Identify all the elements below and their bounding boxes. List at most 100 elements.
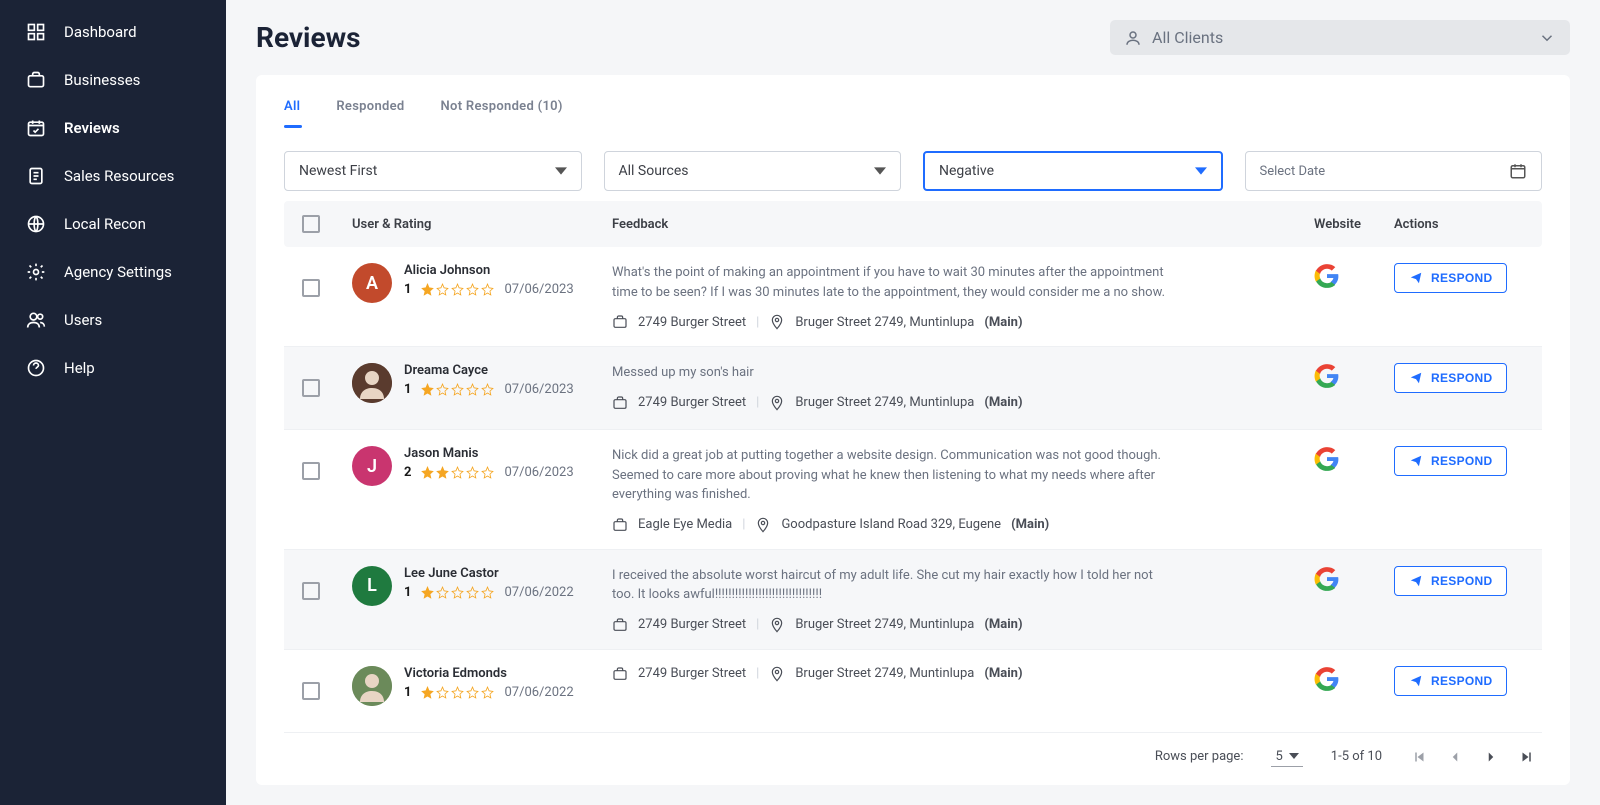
respond-button[interactable]: RESPOND [1394,446,1507,476]
respond-button[interactable]: RESPOND [1394,666,1507,696]
client-select[interactable]: All Clients [1110,20,1570,55]
briefcase-icon [612,314,628,330]
review-date: 07/06/2022 [504,585,573,600]
page-title: Reviews [256,21,361,54]
respond-button[interactable]: RESPOND [1394,363,1507,393]
sidebar-item-help[interactable]: Help [0,344,226,392]
sort-select[interactable]: Newest First [284,151,582,191]
row-checkbox[interactable] [302,462,320,480]
star-rating [421,283,494,296]
google-icon [1314,566,1340,592]
pin-icon [769,666,785,682]
feedback-text: Nick did a great job at putting together… [612,446,1172,505]
last-page-icon[interactable] [1518,748,1536,766]
table-row: A Alicia Johnson 1 07/06/2023 What's the… [284,247,1542,347]
sentiment-select[interactable]: Negative [923,151,1223,191]
rating-value: 1 [404,382,411,397]
sidebar-item-label: Sales Resources [64,167,174,185]
prev-page-icon[interactable] [1446,748,1464,766]
calendar-check-icon [26,118,46,138]
col-actions-header: Actions [1394,217,1524,232]
business-name: 2749 Burger Street [638,617,746,632]
review-date: 07/06/2023 [504,465,573,480]
table-row: L Lee June Castor 1 07/06/2022 I receive… [284,550,1542,650]
rating-value: 1 [404,282,411,297]
sidebar-item-label: Dashboard [64,23,137,41]
business-name: 2749 Burger Street [638,315,746,330]
reviewer-name: Lee June Castor [404,566,574,581]
briefcase-icon [612,395,628,411]
review-date: 07/06/2022 [504,685,573,700]
reviewer-name: Victoria Edmonds [404,666,574,681]
main-tag: (Main) [984,617,1022,632]
respond-button[interactable]: RESPOND [1394,566,1507,596]
next-page-icon[interactable] [1482,748,1500,766]
google-icon [1314,666,1340,692]
location-row: 2749 Burger Street | Bruger Street 2749,… [612,666,1314,682]
sidebar-item-users[interactable]: Users [0,296,226,344]
sidebar-item-dashboard[interactable]: Dashboard [0,8,226,56]
row-checkbox[interactable] [302,279,320,297]
first-page-icon[interactable] [1410,748,1428,766]
avatar: A [352,263,392,303]
avatar [352,666,392,706]
address-text: Bruger Street 2749, Muntinlupa [795,395,974,410]
date-select[interactable]: Select Date [1245,151,1543,191]
dashboard-icon [26,22,46,42]
gear-icon [26,262,46,282]
row-checkbox[interactable] [302,682,320,700]
table-row: Dreama Cayce 1 07/06/2023 Messed up my s… [284,347,1542,430]
sidebar-item-reviews[interactable]: Reviews [0,104,226,152]
feedback-text: Messed up my son's hair [612,363,1172,383]
sidebar-item-local-recon[interactable]: Local Recon [0,200,226,248]
review-date: 07/06/2023 [504,282,573,297]
document-icon [26,166,46,186]
reviews-card: All Responded Not Responded (10) Newest Fi… [256,75,1570,785]
globe-icon [26,214,46,234]
pin-icon [769,314,785,330]
reply-icon [1409,674,1423,688]
pin-icon [769,395,785,411]
feedback-text: What's the point of making an appointmen… [612,263,1172,302]
briefcase-icon [612,666,628,682]
location-row: Eagle Eye Media | Goodpasture Island Roa… [612,517,1314,533]
table-row: Victoria Edmonds 1 07/06/2022 2749 Burge… [284,650,1542,733]
sidebar-item-agency-settings[interactable]: Agency Settings [0,248,226,296]
sidebar-item-sales-resources[interactable]: Sales Resources [0,152,226,200]
calendar-icon [1509,162,1527,180]
pin-icon [755,517,771,533]
google-icon [1314,263,1340,289]
rows-per-page-label: Rows per page: [1155,749,1244,764]
location-row: 2749 Burger Street | Bruger Street 2749,… [612,617,1314,633]
address-text: Bruger Street 2749, Muntinlupa [795,617,974,632]
source-select[interactable]: All Sources [604,151,902,191]
reply-icon [1409,271,1423,285]
feedback-text: I received the absolute worst haircut of… [612,566,1172,605]
address-text: Goodpasture Island Road 329, Eugene [781,517,1001,532]
location-row: 2749 Burger Street | Bruger Street 2749,… [612,395,1314,411]
sidebar-item-label: Businesses [64,71,140,89]
business-name: 2749 Burger Street [638,395,746,410]
reviewer-name: Alicia Johnson [404,263,574,278]
per-page-select[interactable]: 5 [1271,747,1302,767]
review-date: 07/06/2023 [504,382,573,397]
tab-responded[interactable]: Responded [336,99,404,128]
select-all-checkbox[interactable] [302,215,320,233]
row-checkbox[interactable] [302,582,320,600]
reply-icon [1409,371,1423,385]
main-content: Reviews All Clients All Responded Not Resp… [226,0,1600,805]
caret-down-icon [1195,165,1207,177]
respond-button[interactable]: RESPOND [1394,263,1507,293]
reviewer-name: Jason Manis [404,446,574,461]
tab-not[interactable]: Not Responded (10) [441,99,563,128]
sidebar-item-businesses[interactable]: Businesses [0,56,226,104]
avatar: L [352,566,392,606]
row-checkbox[interactable] [302,379,320,397]
main-tag: (Main) [1011,517,1049,532]
main-tag: (Main) [984,315,1022,330]
address-text: Bruger Street 2749, Muntinlupa [795,315,974,330]
main-tag: (Main) [984,666,1022,681]
main-tag: (Main) [984,395,1022,410]
tab-all[interactable]: All [284,99,300,128]
reply-icon [1409,574,1423,588]
